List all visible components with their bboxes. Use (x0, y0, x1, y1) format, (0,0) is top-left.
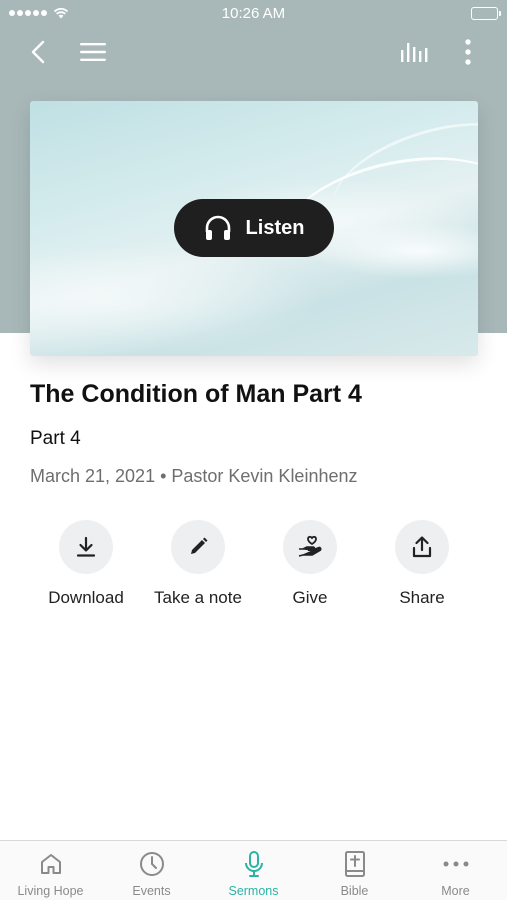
share-circle (395, 520, 449, 574)
sermon-subtitle: Part 4 (30, 428, 81, 449)
take-note-circle (171, 520, 225, 574)
give-label: Give (292, 588, 328, 607)
share-button[interactable]: Share (366, 520, 478, 608)
listen-label: Listen (245, 216, 305, 239)
status-time: 10:26 AM (221, 5, 286, 22)
top-nav-bar (0, 32, 507, 72)
tab-label: Sermons (228, 884, 279, 898)
tab-more[interactable]: More (405, 841, 506, 900)
tab-label: Bible (340, 884, 369, 898)
tab-sermons[interactable]: Sermons (203, 841, 304, 900)
give-hand-heart-icon (298, 535, 322, 557)
sermon-artwork: Listen (30, 101, 478, 356)
chevron-left-icon (31, 40, 45, 64)
download-icon (76, 536, 96, 557)
give-button[interactable]: Give (254, 520, 366, 608)
more-dots-icon (443, 861, 468, 867)
home-icon (40, 854, 61, 874)
menu-button[interactable] (76, 32, 110, 72)
microphone-icon (244, 851, 263, 877)
download-label: Download (48, 588, 124, 607)
pencil-icon (191, 537, 208, 554)
battery-icon (471, 7, 501, 20)
tab-events[interactable]: Events (101, 841, 202, 900)
share-label: Share (399, 588, 445, 607)
audio-levels-icon (401, 43, 428, 62)
sermon-title: The Condition of Man Part 4 (30, 380, 362, 408)
share-icon (412, 536, 432, 558)
take-note-button[interactable]: Take a note (142, 520, 254, 608)
clock-icon (139, 852, 164, 876)
download-button[interactable]: Download (30, 520, 142, 608)
back-button[interactable] (22, 32, 54, 72)
action-row: Download Take a note Give Share (0, 520, 507, 620)
hamburger-menu-icon (80, 43, 106, 61)
give-circle (283, 520, 337, 574)
status-bar: 10:26 AM (0, 0, 507, 28)
bottom-tab-bar: Living Hope Events Sermons Bible More (0, 840, 507, 900)
take-note-label: Take a note (154, 588, 242, 607)
tab-label: Living Hope (17, 884, 84, 898)
tab-living-hope[interactable]: Living Hope (0, 841, 101, 900)
tab-bible[interactable]: Bible (304, 841, 405, 900)
tab-label: Events (132, 884, 171, 898)
audio-levels-button[interactable] (396, 32, 434, 72)
tab-label: More (441, 884, 470, 898)
listen-button[interactable]: Listen (174, 199, 334, 257)
bible-icon (344, 851, 365, 877)
sermon-date-speaker: March 21, 2021 • Pastor Kevin Kleinhenz (30, 466, 358, 486)
download-circle (59, 520, 113, 574)
more-options-button[interactable] (456, 32, 480, 72)
more-vertical-icon (465, 39, 471, 65)
headphones-icon (205, 215, 230, 240)
